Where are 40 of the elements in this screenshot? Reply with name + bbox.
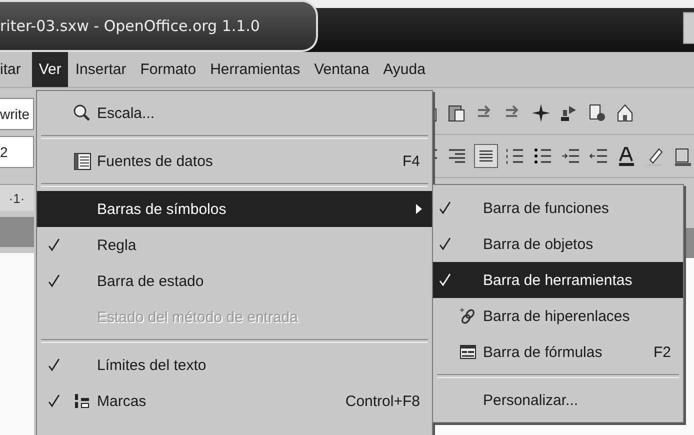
menu-item[interactable]: Límites del texto <box>37 347 432 383</box>
menu-title[interactable]: Insertar <box>68 52 134 87</box>
check-icon <box>48 274 60 288</box>
menu-title[interactable]: Ver <box>32 52 68 87</box>
menu-item[interactable]: Marcas Control+F8 <box>37 383 432 419</box>
menu-item[interactable]: Barra de funciones <box>433 190 683 226</box>
ruler: ·1· <box>0 184 34 211</box>
menu-item[interactable]: Fuentes de datos F4 <box>37 143 432 179</box>
style-field[interactable]: write <box>0 98 34 130</box>
submenu-arrow-icon <box>416 204 422 214</box>
formula-bar-icon <box>460 345 476 359</box>
justify-button[interactable] <box>474 144 498 168</box>
menu-title[interactable]: Ventana <box>307 52 376 87</box>
menu-item[interactable]: Barra de estado <box>37 263 432 299</box>
menu-item[interactable]: Regla <box>37 227 432 263</box>
magnifier-icon <box>73 104 91 122</box>
check-icon <box>48 394 60 408</box>
ruler-band <box>0 217 34 247</box>
menu-title[interactable]: Formato <box>133 52 204 87</box>
menu-item[interactable]: Barra de fórmulas F2 <box>433 334 683 370</box>
menu-title[interactable]: Ayuda <box>376 52 432 87</box>
menu-item[interactable]: Barras de símbolos <box>37 191 432 227</box>
check-icon <box>439 237 451 251</box>
menu-item[interactable]: Barra de objetos <box>433 226 683 262</box>
menu-title[interactable]: itar <box>0 52 28 87</box>
menu-item[interactable]: Personalizar... <box>433 382 683 418</box>
marks-icon <box>74 393 90 409</box>
menu-item[interactable]: Barra de hiperenlaces <box>433 298 683 334</box>
check-icon <box>439 273 451 287</box>
menu-item[interactable]: Escala... <box>37 95 432 131</box>
compass-icon[interactable] <box>530 102 552 124</box>
font-size-field[interactable]: 2 <box>0 136 34 168</box>
chain-link-icon <box>459 307 477 325</box>
check-icon <box>48 358 60 372</box>
check-icon <box>48 238 60 252</box>
menu-title[interactable]: Herramientas <box>203 52 308 87</box>
table-icon <box>74 152 90 170</box>
menu-item[interactable]: Barra de herramientas <box>433 262 683 298</box>
window-title: riter-03.sxw - OpenOffice.org 1.1.0 <box>0 17 260 35</box>
check-icon <box>439 201 451 215</box>
